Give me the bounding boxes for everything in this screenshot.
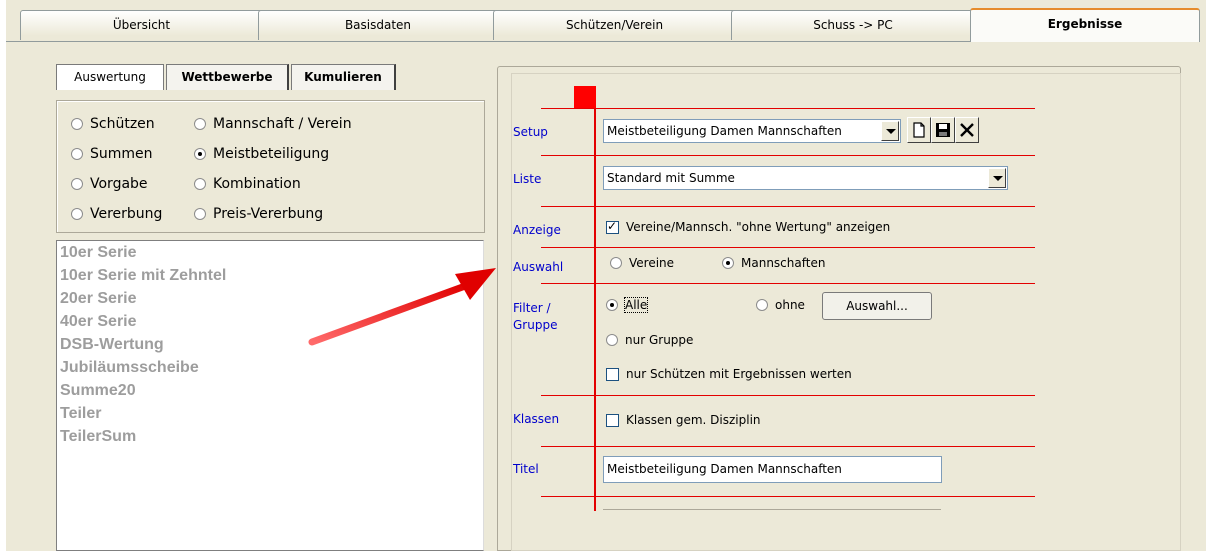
klassen-checkbox[interactable]: [606, 413, 619, 427]
radio-ohne[interactable]: ohne: [756, 298, 805, 312]
radio-indicator[interactable]: [71, 118, 83, 130]
radio-indicator-selected[interactable]: [194, 148, 206, 160]
list-item[interactable]: Summe20: [57, 379, 483, 402]
radio-label: Vereine: [629, 256, 675, 270]
klassen-checkbox-label: Klassen gem. Disziplin: [626, 413, 761, 427]
radio-indicator[interactable]: [194, 208, 206, 220]
save-setup-button[interactable]: [931, 117, 955, 143]
subtab-wettbewerbe[interactable]: Wettbewerbe: [166, 64, 289, 90]
dropdown-arrow-icon[interactable]: [881, 121, 899, 141]
radio-schuetzen[interactable]: Schützen: [71, 116, 155, 132]
auswahl-button[interactable]: Auswahl...: [822, 292, 932, 320]
radio-indicator[interactable]: [756, 299, 768, 311]
guide-line: [541, 247, 1035, 248]
radio-mannschaft-verein[interactable]: Mannschaft / Verein: [194, 116, 352, 132]
setup-select[interactable]: Meistbeteiligung Damen Mannschaften: [603, 119, 901, 143]
guide-line: [541, 206, 1035, 207]
radio-vorgabe[interactable]: Vorgabe: [71, 176, 148, 192]
list-item[interactable]: Teiler: [57, 402, 483, 425]
guide-line-vertical: [594, 88, 596, 511]
radio-label: Vorgabe: [90, 176, 148, 192]
tab-ergebnisse[interactable]: Ergebnisse: [970, 8, 1200, 42]
radio-label: ohne: [775, 298, 805, 312]
radio-mannschaften[interactable]: Mannschaften: [722, 256, 825, 270]
list-item[interactable]: TeilerSum: [57, 425, 483, 448]
tab-schuss-pc[interactable]: Schuss -> PC: [731, 10, 975, 40]
guide-line: [541, 496, 1035, 497]
radio-indicator[interactable]: [194, 118, 206, 130]
radio-label: Vererbung: [90, 206, 163, 222]
tab-basisdaten[interactable]: Basisdaten: [258, 10, 498, 40]
guide-marker: [574, 86, 596, 108]
radio-indicator[interactable]: [71, 148, 83, 160]
guide-line: [541, 108, 1035, 109]
radio-indicator[interactable]: [71, 178, 83, 190]
radio-summen[interactable]: Summen: [71, 146, 153, 162]
radio-indicator[interactable]: [610, 257, 622, 269]
delete-icon: [960, 123, 974, 137]
radio-label: Meistbeteiligung: [213, 146, 330, 162]
subtab-auswertung[interactable]: Auswertung: [56, 64, 164, 90]
tab-uebersicht[interactable]: Übersicht: [20, 10, 263, 40]
radio-label: nur Gruppe: [625, 333, 694, 347]
radio-vereine[interactable]: Vereine: [610, 256, 674, 270]
delete-setup-button[interactable]: [955, 117, 979, 143]
radio-label: Mannschaften: [741, 256, 826, 270]
tab-schuetzen-verein[interactable]: Schützen/Verein: [493, 10, 736, 40]
radio-nur-gruppe[interactable]: nur Gruppe: [606, 333, 693, 347]
label-klassen: Klassen: [513, 412, 560, 426]
save-icon: [936, 123, 950, 137]
radio-label: Mannschaft / Verein: [213, 116, 352, 132]
label-titel: Titel: [513, 462, 539, 476]
guide-line: [541, 395, 1035, 396]
radio-alle[interactable]: Alle: [606, 297, 649, 313]
bottom-divider: [603, 509, 941, 510]
radio-indicator-selected[interactable]: [722, 257, 734, 269]
guide-line: [541, 155, 1035, 156]
nur-schuetzen-checkbox-row[interactable]: nur Schützen mit Ergebnissen werten: [606, 367, 852, 381]
red-arrow-annotation: [308, 268, 496, 346]
label-liste: Liste: [513, 172, 542, 186]
radio-label: Preis-Vererbung: [213, 206, 324, 222]
klassen-checkbox-row[interactable]: Klassen gem. Disziplin: [606, 413, 761, 427]
new-setup-button[interactable]: [907, 117, 931, 143]
radio-indicator[interactable]: [71, 208, 83, 220]
radio-indicator[interactable]: [194, 178, 206, 190]
radio-meistbeteiligung[interactable]: Meistbeteiligung: [194, 146, 329, 162]
radio-kombination[interactable]: Kombination: [194, 176, 301, 192]
list-item[interactable]: Jubiläumsscheibe: [57, 356, 483, 379]
radio-vererbung[interactable]: Vererbung: [71, 206, 162, 222]
label-setup: Setup: [513, 125, 548, 139]
radio-label: Kombination: [213, 176, 301, 192]
subtab-kumulieren[interactable]: Kumulieren: [291, 64, 396, 90]
radio-label: Alle: [623, 297, 649, 313]
nur-schuetzen-label: nur Schützen mit Ergebnissen werten: [626, 367, 852, 381]
liste-select[interactable]: Standard mit Summe: [603, 166, 1008, 190]
anzeige-checkbox-label: Vereine/Mannsch. "ohne Wertung" anzeigen: [626, 220, 891, 234]
guide-line: [541, 283, 1035, 284]
label-anzeige: Anzeige: [513, 223, 561, 237]
radio-label: Schützen: [90, 116, 155, 132]
nur-schuetzen-checkbox[interactable]: [606, 367, 619, 381]
label-auswahl: Auswahl: [513, 260, 564, 274]
radio-indicator-selected[interactable]: [606, 299, 618, 311]
new-document-icon: [913, 122, 925, 138]
liste-select-value: Standard mit Summe: [607, 171, 735, 185]
anzeige-checkbox-row[interactable]: Vereine/Mannsch. "ohne Wertung" anzeigen: [606, 219, 891, 234]
anzeige-checkbox[interactable]: [606, 219, 619, 234]
setup-select-value: Meistbeteiligung Damen Mannschaften: [607, 124, 842, 138]
radio-label: Summen: [90, 146, 153, 162]
dropdown-arrow-icon[interactable]: [988, 168, 1006, 188]
radio-indicator[interactable]: [606, 334, 618, 346]
titel-input[interactable]: Meistbeteiligung Damen Mannschaften: [603, 456, 942, 483]
guide-line: [541, 446, 1035, 447]
radio-preis-vererbung[interactable]: Preis-Vererbung: [194, 206, 323, 222]
